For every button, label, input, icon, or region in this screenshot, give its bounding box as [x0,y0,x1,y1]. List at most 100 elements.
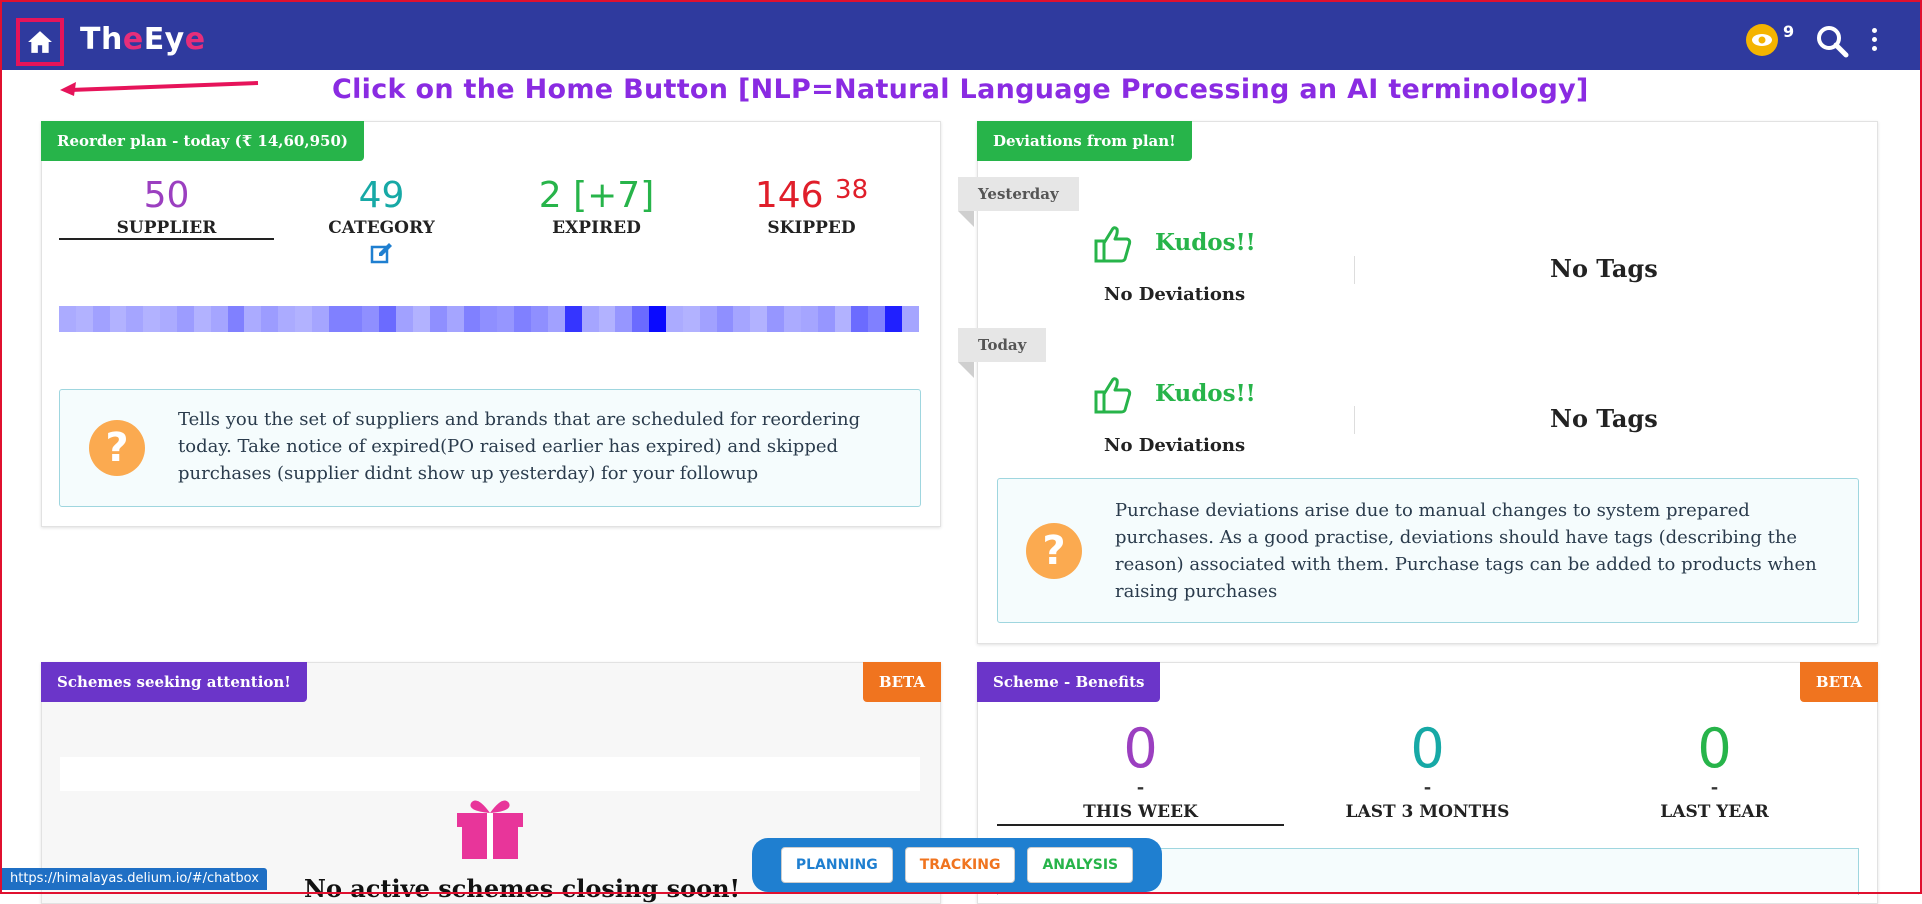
heatmap-cell[interactable] [547,306,565,332]
divider [1354,406,1355,434]
benefit-sub: - [1710,777,1719,798]
bottom-tab-bar: PLANNING TRACKING ANALYSIS [752,838,1162,892]
deviation-status: No Deviations [1104,435,1246,456]
heatmap-cell[interactable] [767,306,784,332]
heatmap-cell[interactable] [564,306,582,332]
logo-part: e [184,22,206,57]
heatmap-cell[interactable] [362,306,380,332]
heatmap-cell[interactable] [682,306,700,332]
heatmap-cell[interactable] [227,306,245,332]
heatmap-cell[interactable] [531,306,548,332]
heatmap-cell[interactable] [783,306,801,332]
heatmap-cell[interactable] [160,306,178,332]
heatmap-cell[interactable] [379,306,397,332]
thumbs-up-icon [1094,226,1132,263]
stat-label: SKIPPED [767,218,856,238]
heatmap-cell[interactable] [497,306,515,332]
benefit-label: LAST YEAR [1660,802,1769,822]
heatmap-cell[interactable] [901,306,919,332]
heatmap-cell[interactable] [413,306,430,332]
notification-count: 9 [1783,22,1795,41]
schemes-empty-text: No active schemes closing soon! [304,874,741,903]
reorder-heatmap[interactable] [59,306,919,332]
search-icon[interactable] [1815,24,1849,58]
heatmap-cell[interactable] [817,306,835,332]
heatmap-cell[interactable] [126,306,144,332]
home-button[interactable] [16,18,64,66]
stat-value: 2 [+7] [538,175,655,216]
thumbs-up-icon [1094,377,1132,414]
kudos-text: Kudos!! [1155,229,1256,256]
tab-tracking[interactable]: TRACKING [904,847,1016,883]
heatmap-cell[interactable] [463,306,481,332]
heatmap-cell[interactable] [733,306,751,332]
stat-label: EXPIRED [552,218,641,238]
heatmap-cell[interactable] [834,306,852,332]
heatmap-cell[interactable] [109,306,127,332]
benefit-value: 0 [1410,717,1445,780]
stat-label: SUPPLIER [116,218,217,238]
heatmap-cell[interactable] [800,306,818,332]
stat-value-main: 146 [754,175,824,216]
heatmap-cell[interactable] [92,306,110,332]
more-menu-icon[interactable] [1872,28,1878,55]
heatmap-cell[interactable] [295,306,312,332]
heatmap-cell[interactable] [278,306,296,332]
tab-analysis[interactable]: ANALYSIS [1027,847,1134,883]
heatmap-cell[interactable] [311,306,329,332]
edit-icon[interactable] [370,242,394,264]
heatmap-cell[interactable] [396,306,414,332]
benefit-value: 0 [1697,717,1732,780]
heatmap-cell[interactable] [328,306,346,332]
logo-part: e [122,22,144,57]
benefit-sub: - [1423,777,1432,798]
heatmap-cell[interactable] [868,306,886,332]
heatmap-cell[interactable] [699,306,717,332]
heatmap-cell[interactable] [345,306,363,332]
heatmap-cell[interactable] [665,306,683,332]
heatmap-cell[interactable] [649,306,666,332]
app-logo[interactable]: TheEye [80,22,206,57]
heatmap-cell[interactable] [750,306,768,332]
reorder-help-box: ? Tells you the set of suppliers and bra… [59,389,921,507]
stat-supplier[interactable]: 50 SUPPLIER [59,176,274,240]
heatmap-cell[interactable] [59,306,76,332]
annotation-arrow-icon [60,81,259,96]
top-app-bar: TheEye 9 [0,0,1922,70]
heatmap-cell[interactable] [480,306,498,332]
heatmap-cell[interactable] [514,306,532,332]
heatmap-cell[interactable] [261,306,279,332]
heatmap-cell[interactable] [429,306,447,332]
eye-glyph-icon [1752,34,1772,46]
eye-icon[interactable] [1746,24,1778,56]
day-label-today: Today [958,328,1047,378]
heatmap-cell[interactable] [851,306,869,332]
benefit-this-week[interactable]: 0 - THIS WEEK [997,720,1284,826]
stat-expired[interactable]: 2 [+7] EXPIRED [489,175,704,239]
deviation-status: No Deviations [1104,284,1246,305]
heatmap-cell[interactable] [615,306,633,332]
heatmap-cell[interactable] [75,306,93,332]
heatmap-cell[interactable] [716,306,734,332]
heatmap-cell[interactable] [581,306,599,332]
heatmap-cell[interactable] [632,306,650,332]
heatmap-cell[interactable] [210,306,228,332]
heatmap-cell[interactable] [244,306,262,332]
deviations-help-text: Purchase deviations arise due to manual … [1115,500,1817,602]
heatmap-cell[interactable] [885,306,902,332]
heatmap-cell[interactable] [598,306,616,332]
help-icon: ? [89,420,145,476]
benefit-last-year[interactable]: 0 - LAST YEAR [1571,717,1858,823]
benefit-last-3-months[interactable]: 0 - LAST 3 MONTHS [1284,717,1571,823]
stat-category[interactable]: 49 CATEGORY [274,176,489,268]
beta-badge: BETA [862,662,941,702]
heatmap-cell[interactable] [446,306,464,332]
tags-status: No Tags [1550,254,1658,283]
reorder-help-text: Tells you the set of suppliers and brand… [178,409,861,484]
heatmap-cell[interactable] [143,306,161,332]
heatmap-cell[interactable] [177,306,194,332]
stat-skipped[interactable]: 146 38 SKIPPED [704,175,919,238]
heatmap-cell[interactable] [193,306,211,332]
tab-planning[interactable]: PLANNING [780,847,893,883]
benefit-value: 0 [1123,717,1158,780]
